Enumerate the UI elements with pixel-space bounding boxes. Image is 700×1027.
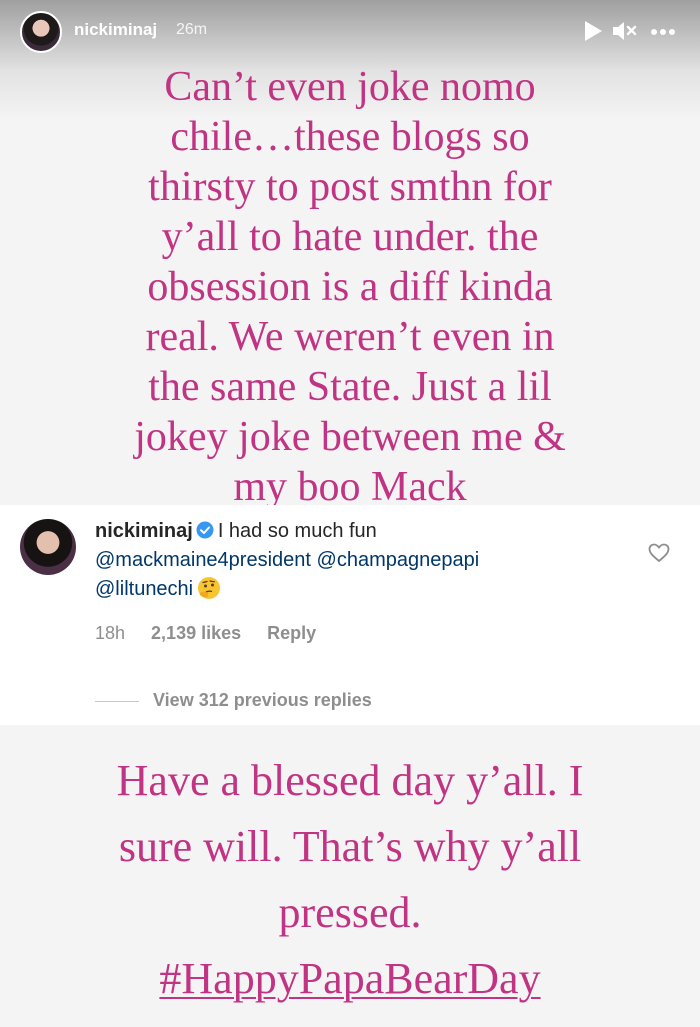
mention-link[interactable]: @champagnepapi	[317, 549, 480, 571]
story-header: nickiminaj 26m	[0, 0, 700, 64]
verified-badge-icon	[196, 521, 214, 539]
comment-time: 18h	[95, 623, 126, 643]
story-caption-bottom: Have a blessed day y’all. I sure will. T…	[20, 748, 680, 1012]
mention-link[interactable]: @liltunechi	[95, 578, 193, 600]
thinking-face-emoji-icon	[198, 577, 221, 599]
caption-line: obsession is a diff kinda	[147, 264, 553, 310]
caption-line: chile…these blogs so	[170, 114, 530, 160]
hashtag-link[interactable]: #HappyPapaBearDay	[159, 954, 540, 1003]
mention-link[interactable]: @mackmaine4president	[95, 549, 311, 571]
reply-button[interactable]: Reply	[267, 623, 316, 643]
comment-avatar[interactable]	[20, 519, 76, 575]
caption-line: thirsty to post smthn for	[148, 164, 552, 210]
more-icon[interactable]	[650, 28, 676, 36]
heart-icon[interactable]	[648, 543, 670, 563]
comment-meta: 18h 2,139 likes Reply	[95, 623, 342, 644]
mute-icon[interactable]	[612, 20, 638, 42]
comment-likes[interactable]: 2,139 likes	[151, 623, 241, 643]
comment-screenshot: nickiminaj I had so much fun @mackmaine4p…	[0, 505, 700, 725]
caption-line: y’all to hate under. the	[161, 214, 539, 260]
caption-line: jokey joke between me &	[134, 414, 566, 460]
story-caption-top: Can’t even joke nomo chile…these blogs s…	[60, 62, 640, 512]
view-previous-replies-link[interactable]: View 312 previous replies	[153, 690, 372, 711]
comment-body: nickiminaj I had so much fun @mackmaine4p…	[95, 517, 635, 604]
caption-line: Have a blessed day y’all. I	[116, 756, 584, 805]
story-timestamp: 26m	[176, 21, 208, 38]
caption-line: real. We weren’t even in	[145, 314, 555, 360]
caption-line: the same State. Just a lil	[148, 364, 552, 410]
story-avatar[interactable]	[20, 11, 62, 53]
caption-line: pressed.	[278, 888, 422, 937]
comment-text: I had so much fun	[217, 520, 377, 542]
story-username[interactable]: nickiminaj	[74, 20, 157, 40]
comment-username[interactable]: nickiminaj	[95, 520, 193, 542]
play-icon[interactable]	[583, 20, 603, 42]
replies-divider	[95, 701, 139, 702]
caption-line: sure will. That’s why y’all	[118, 822, 582, 871]
caption-line: Can’t even joke nomo	[164, 64, 536, 110]
